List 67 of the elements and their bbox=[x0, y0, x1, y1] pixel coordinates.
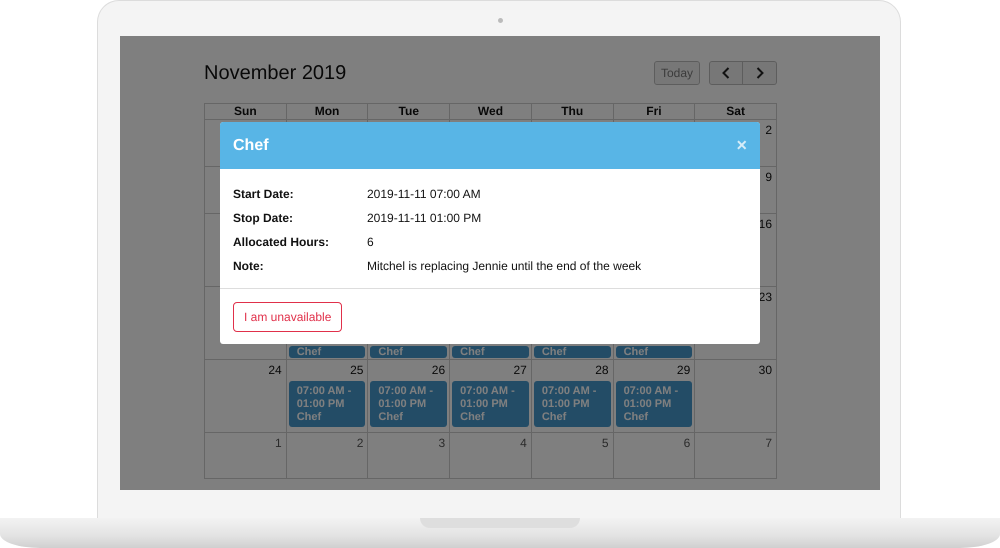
event-title: Chef bbox=[542, 346, 568, 358]
event-block[interactable]: Chef bbox=[370, 346, 448, 358]
weekday-header: Tue bbox=[368, 104, 450, 120]
event-time: 07:00 AM - 01:00 PM bbox=[542, 385, 598, 411]
event-title: Chef bbox=[296, 346, 322, 358]
weekday-header: Wed bbox=[450, 104, 532, 120]
day-number: 16 bbox=[758, 216, 773, 232]
event-block[interactable]: Chef bbox=[452, 346, 529, 358]
event-time: 07:00 AM - 01:00 PM bbox=[460, 385, 516, 411]
event-title: Chef bbox=[624, 346, 650, 358]
day-number: 9 bbox=[764, 169, 773, 185]
close-button[interactable]: × bbox=[736, 135, 747, 156]
day-number: 7 bbox=[764, 435, 773, 451]
event-block[interactable]: Chef bbox=[288, 346, 366, 358]
field-label: Note: bbox=[233, 259, 265, 273]
day-number: 26 bbox=[430, 362, 446, 378]
event-title: Chef bbox=[542, 411, 568, 424]
day-number: 25 bbox=[349, 362, 364, 378]
previous-button[interactable] bbox=[709, 61, 743, 85]
event-title: Chef bbox=[296, 411, 322, 424]
event-time: 07:00 AM - 01:00 PM bbox=[378, 385, 434, 411]
event-block[interactable]: Chef bbox=[534, 346, 611, 358]
day-number: 2 bbox=[356, 435, 364, 451]
day-number: 29 bbox=[676, 362, 692, 378]
chevron-left-icon bbox=[722, 67, 730, 79]
weekday-header: Sun bbox=[205, 104, 287, 120]
month-title: November 2019 bbox=[204, 62, 346, 84]
chevron-right-icon bbox=[756, 67, 764, 79]
day-number: 24 bbox=[267, 362, 283, 378]
event-block[interactable]: 07:00 AM - 01:00 PM Chef bbox=[288, 381, 366, 427]
event-title: Chef bbox=[378, 411, 404, 424]
event-block[interactable]: 07:00 AM - 01:00 PM Chef bbox=[452, 381, 529, 427]
day-number: 4 bbox=[519, 435, 528, 451]
field-value: 6 bbox=[367, 235, 374, 249]
event-title: Chef bbox=[378, 346, 404, 358]
field-value: 2019-11-11 01:00 PM bbox=[367, 211, 482, 225]
today-button[interactable]: Today bbox=[654, 61, 700, 85]
event-block[interactable]: 07:00 AM - 01:00 PM Chef bbox=[534, 381, 611, 427]
weekday-header: Mon bbox=[286, 104, 368, 120]
day-number: 27 bbox=[512, 362, 528, 378]
event-title: Chef bbox=[624, 411, 650, 424]
weekday-header: Sat bbox=[695, 104, 777, 120]
event-title: Chef bbox=[460, 346, 486, 358]
day-number: 2 bbox=[764, 122, 773, 138]
weekday-header: Fri bbox=[614, 104, 696, 120]
weekday-header: Thu bbox=[532, 104, 614, 120]
camera-icon bbox=[498, 18, 503, 23]
field-label: Stop Date: bbox=[233, 211, 294, 225]
day-number: 6 bbox=[682, 435, 692, 451]
field-label: Allocated Hours: bbox=[233, 235, 330, 249]
event-block[interactable]: Chef bbox=[616, 346, 692, 358]
event-time: 07:00 AM - 01:00 PM bbox=[624, 385, 680, 411]
day-number: 3 bbox=[437, 435, 446, 451]
day-number: 1 bbox=[274, 435, 283, 451]
field-value: 2019-11-11 07:00 AM bbox=[367, 187, 481, 201]
event-block[interactable]: 07:00 AM - 01:00 PM Chef bbox=[616, 381, 692, 427]
day-number: 28 bbox=[594, 362, 610, 378]
event-title: Chef bbox=[460, 411, 486, 424]
next-button[interactable] bbox=[743, 61, 777, 85]
unavailable-button[interactable]: I am unavailable bbox=[233, 302, 342, 332]
field-label: Start Date: bbox=[233, 187, 295, 201]
field-value: Mitchel is replacing Jennie until the end of the week bbox=[367, 259, 642, 273]
modal-title: Chef bbox=[233, 136, 269, 154]
day-number: 5 bbox=[600, 435, 610, 451]
event-time: 07:00 AM - 01:00 PM bbox=[296, 385, 352, 411]
event-block[interactable]: 07:00 AM - 01:00 PM Chef bbox=[370, 381, 448, 427]
day-number: 30 bbox=[758, 362, 773, 378]
